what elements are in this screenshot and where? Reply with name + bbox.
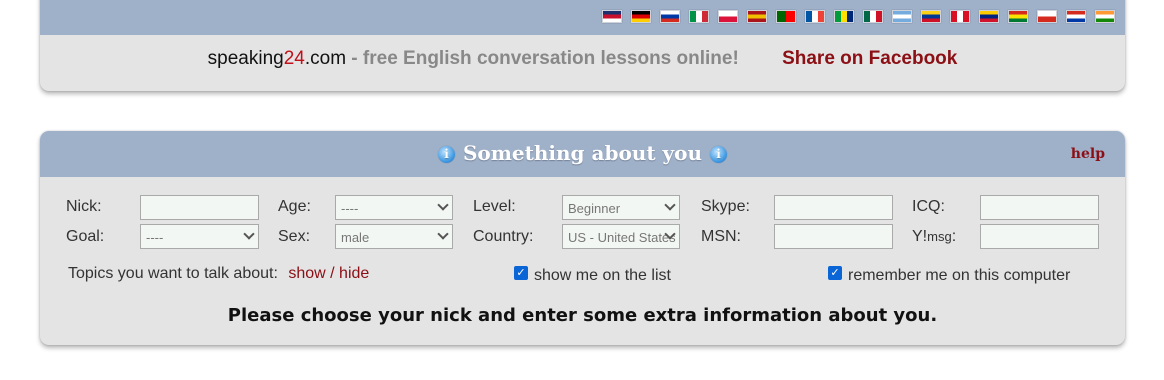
skype-label: Skype: <box>701 198 750 215</box>
info-icon[interactable]: i <box>437 146 455 163</box>
sex-select[interactable]: male <box>335 224 453 249</box>
share-facebook-link[interactable]: Share on Facebook <box>782 48 957 69</box>
colombia-flag[interactable] <box>921 10 941 23</box>
level-selected-value: Beginner <box>568 201 621 216</box>
topics-row: Topics you want to talk about: show / hi… <box>68 265 369 283</box>
portugal-flag[interactable] <box>776 10 796 23</box>
uk-flag[interactable] <box>602 10 622 23</box>
site-description: - free English conversation lessons onli… <box>346 48 739 69</box>
msn-input[interactable] <box>774 224 893 249</box>
nick-label: Nick: <box>66 198 102 215</box>
skype-input[interactable] <box>774 195 893 220</box>
india-flag[interactable] <box>1095 10 1115 23</box>
age-select[interactable]: ---- <box>335 195 453 220</box>
info-icon[interactable]: i <box>710 146 728 163</box>
level-select[interactable]: Beginner <box>562 195 680 220</box>
italy-flag[interactable] <box>689 10 709 23</box>
country-selected-value: US - United States <box>568 230 676 245</box>
site-name: speaking <box>207 48 284 69</box>
sex-label: Sex: <box>278 228 311 245</box>
chevron-down-icon <box>243 228 255 240</box>
country-label: Country: <box>473 228 534 245</box>
goal-selected-value: ---- <box>146 230 164 245</box>
mexico-flag[interactable] <box>863 10 883 23</box>
profile-panel: i Something about you i help Nick: Age: --… <box>40 131 1125 345</box>
icq-input[interactable] <box>980 195 1099 220</box>
ymsg-label-colon: : <box>951 228 957 245</box>
site-number: 24 <box>283 48 305 69</box>
msn-label: MSN: <box>701 228 741 245</box>
peru-flag[interactable] <box>950 10 970 23</box>
argentina-flag[interactable] <box>892 10 912 23</box>
topics-label: Topics you want to talk about: <box>68 265 278 282</box>
profile-title-row: i Something about you i <box>40 141 1125 165</box>
spain-flag[interactable] <box>747 10 767 23</box>
nick-input[interactable] <box>140 195 259 220</box>
help-link[interactable]: help <box>1071 146 1105 162</box>
sex-selected-value: male <box>341 230 370 245</box>
country-select[interactable]: US - United States <box>562 224 680 249</box>
site-tld: .com <box>304 48 347 69</box>
chile-flag[interactable] <box>1037 10 1057 23</box>
age-label: Age: <box>278 198 311 215</box>
germany-flag[interactable] <box>631 10 651 23</box>
remember-me-checkbox[interactable]: ✓ <box>828 266 842 280</box>
russia-flag[interactable] <box>660 10 680 23</box>
remember-me-label: remember me on this computer <box>848 267 1071 284</box>
ymsg-label-main: Y! <box>912 228 928 245</box>
level-label: Level: <box>473 198 516 215</box>
bolivia-flag[interactable] <box>1008 10 1028 23</box>
poland-flag[interactable] <box>718 10 738 23</box>
france-flag[interactable] <box>805 10 825 23</box>
language-flags <box>602 10 1115 23</box>
icq-label: ICQ: <box>912 198 945 215</box>
site-tagline: speaking24.com - free English conversati… <box>40 48 1125 70</box>
paraguay-flag[interactable] <box>1066 10 1086 23</box>
goal-label: Goal: <box>66 228 105 245</box>
chevron-down-icon <box>437 199 449 211</box>
show-on-list-label: show me on the list <box>534 267 671 284</box>
brazil-flag[interactable] <box>834 10 854 23</box>
language-bar <box>40 0 1125 35</box>
chevron-down-icon <box>437 228 449 240</box>
chevron-down-icon <box>664 199 676 211</box>
ymsg-label: Y!msg: <box>912 228 956 246</box>
show-on-list-checkbox[interactable]: ✓ <box>514 266 528 280</box>
ymsg-input[interactable] <box>980 224 1099 249</box>
instruction-message: Please choose your nick and enter some e… <box>227 305 938 326</box>
age-selected-value: ---- <box>341 201 359 216</box>
profile-panel-header: i Something about you i help <box>40 131 1125 177</box>
top-panel: speaking24.com - free English conversati… <box>40 0 1125 91</box>
venezuela-flag[interactable] <box>979 10 999 23</box>
profile-title: Something about you <box>462 141 703 165</box>
goal-select[interactable]: ---- <box>140 224 259 249</box>
ymsg-label-small: msg <box>927 229 952 244</box>
topics-toggle-link[interactable]: show / hide <box>288 265 369 282</box>
